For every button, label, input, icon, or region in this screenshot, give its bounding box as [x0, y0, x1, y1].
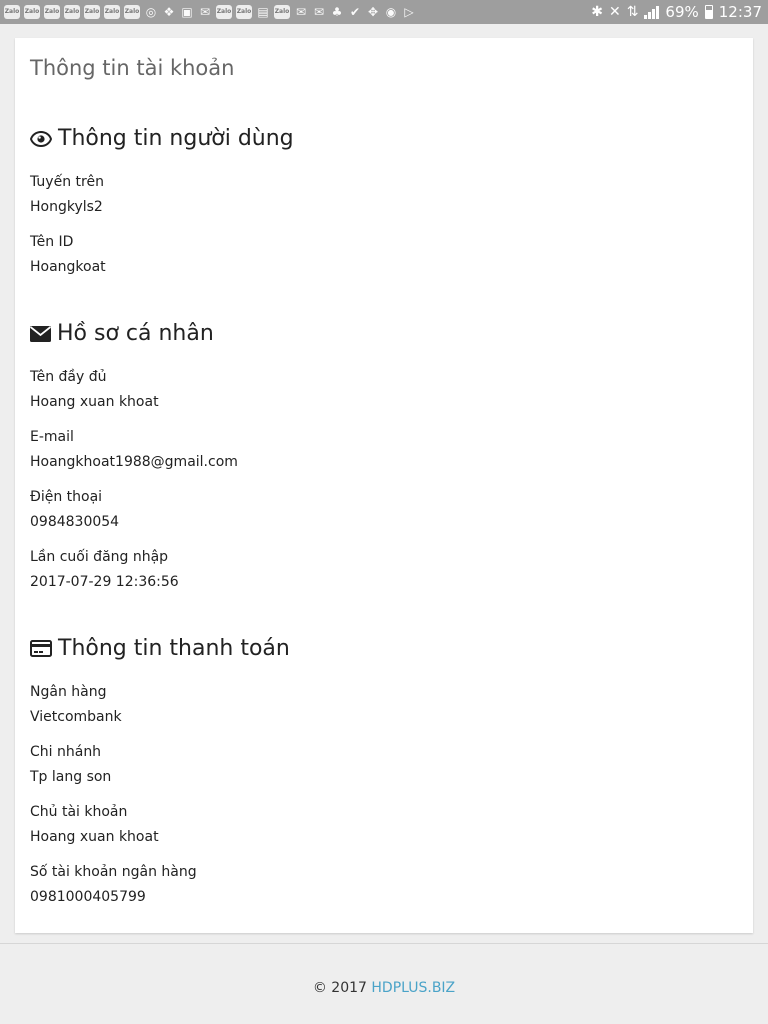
field-label-email: E-mail	[30, 429, 74, 445]
credit-card-icon	[30, 640, 52, 657]
people-icon: ♣	[331, 5, 343, 19]
section-profile: Hồ sơ cá nhân	[30, 321, 214, 346]
chrome-icon: ◉	[385, 5, 397, 19]
status-bar: Zalo Zalo Zalo Zalo Zalo Zalo Zalo ◎ ❖ ▣…	[0, 0, 768, 24]
footer: © 2017 HDPLUS.BIZ	[0, 980, 768, 996]
section-title-text: Thông tin thanh toán	[58, 636, 290, 661]
check-icon: ✔	[349, 5, 361, 19]
navigation-icon: ✥	[367, 5, 379, 19]
mail-icon: ✉	[295, 5, 307, 19]
zalo-icon: Zalo	[4, 5, 20, 19]
copyright-text: © 2017	[312, 980, 367, 996]
zalo-icon: Zalo	[24, 5, 40, 19]
field-value-id: Hoangkoat	[30, 259, 106, 275]
field-value-fullname: Hoang xuan khoat	[30, 394, 159, 410]
zalo-icon: Zalo	[104, 5, 120, 19]
system-icons: ✱ ✕ ⇅ 69% 12:37	[591, 3, 762, 21]
field-value-phone: 0984830054	[30, 514, 120, 530]
field-label-account-holder: Chủ tài khoản	[30, 804, 128, 820]
field-label-account-number: Số tài khoản ngân hàng	[30, 864, 197, 880]
field-value-account-number: 0981000405799	[30, 889, 146, 905]
notification-icons: Zalo Zalo Zalo Zalo Zalo Zalo Zalo ◎ ❖ ▣…	[4, 5, 416, 19]
battery-icon	[704, 5, 713, 19]
battery-percentage: 69%	[665, 3, 699, 21]
field-label-id: Tên ID	[30, 234, 74, 250]
envelope-icon	[30, 325, 51, 342]
zalo-icon: Zalo	[64, 5, 80, 19]
zalo-icon: Zalo	[124, 5, 140, 19]
field-value-account-holder: Hoang xuan khoat	[30, 829, 159, 845]
field-label-branch: Chi nhánh	[30, 744, 102, 760]
play-icon: ▷	[404, 5, 414, 19]
page-title: Thông tin tài khoản	[30, 56, 235, 80]
section-title-text: Thông tin người dùng	[58, 126, 294, 151]
mail-icon: ✉	[313, 5, 325, 19]
field-label-phone: Điện thoại	[30, 489, 103, 505]
gallery-icon: ▣	[181, 5, 193, 19]
field-value-upline: Hongkyls2	[30, 199, 103, 215]
section-title-text: Hồ sơ cá nhân	[57, 321, 214, 346]
signal-icon	[644, 5, 660, 19]
mail-icon: ✉	[199, 5, 211, 19]
maps-icon: ◎	[145, 5, 157, 19]
field-label-last-login: Lần cuối đăng nhập	[30, 549, 169, 565]
zalo-icon: Zalo	[44, 5, 60, 19]
field-value-last-login: 2017-07-29 12:36:56	[30, 574, 179, 590]
mute-icon: ✕	[608, 4, 621, 20]
field-label-fullname: Tên đầy đủ	[30, 369, 107, 385]
footer-site-link[interactable]: HDPLUS.BIZ	[371, 980, 455, 996]
zalo-icon: Zalo	[274, 5, 290, 19]
zalo-icon: Zalo	[236, 5, 252, 19]
photo-icon: ❖	[163, 5, 175, 19]
section-user-info: Thông tin người dùng	[30, 126, 294, 151]
network-icon: ⇅	[626, 4, 639, 20]
section-payment: Thông tin thanh toán	[30, 636, 290, 661]
calendar-icon: ▤	[257, 5, 269, 19]
zalo-icon: Zalo	[84, 5, 100, 19]
field-label-bank: Ngân hàng	[30, 684, 107, 700]
field-label-upline: Tuyến trên	[30, 174, 104, 190]
field-value-branch: Tp lang son	[30, 769, 112, 785]
bluetooth-icon: ✱	[591, 4, 603, 20]
zalo-icon: Zalo	[216, 5, 232, 19]
footer-divider	[0, 943, 768, 944]
account-info-card: Thông tin tài khoản Thông tin người dùng…	[15, 38, 753, 933]
eye-icon	[30, 130, 52, 147]
field-value-email: Hoangkhoat1988@gmail.com	[30, 454, 238, 470]
field-value-bank: Vietcombank	[30, 709, 122, 725]
clock: 12:37	[718, 3, 762, 21]
